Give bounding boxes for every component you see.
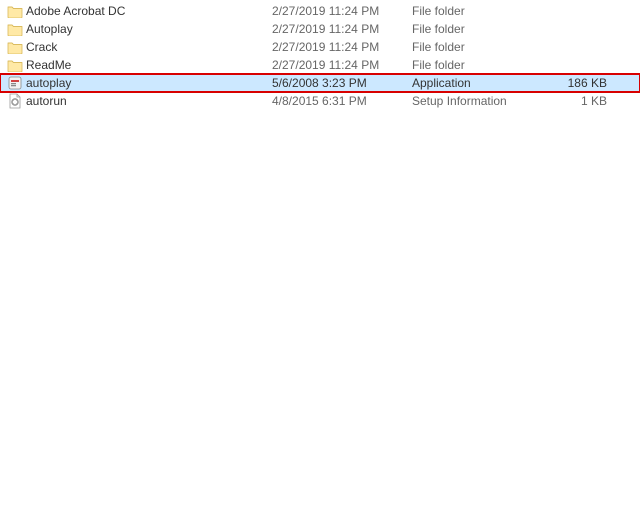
file-name: Autoplay — [24, 22, 272, 36]
file-type: Setup Information — [412, 94, 547, 108]
file-name: autorun — [24, 94, 272, 108]
file-list: Adobe Acrobat DC2/27/2019 11:24 PMFile f… — [0, 0, 640, 110]
file-size: 1 KB — [547, 94, 607, 108]
file-type: File folder — [412, 58, 547, 72]
file-date: 2/27/2019 11:24 PM — [272, 4, 412, 18]
app-icon — [6, 75, 24, 91]
file-type: Application — [412, 76, 547, 90]
file-date: 4/8/2015 6:31 PM — [272, 94, 412, 108]
inf-icon — [6, 93, 24, 109]
file-row[interactable]: Crack2/27/2019 11:24 PMFile folder — [0, 38, 640, 56]
file-name: Adobe Acrobat DC — [24, 4, 272, 18]
file-type: File folder — [412, 40, 547, 54]
file-row[interactable]: Adobe Acrobat DC2/27/2019 11:24 PMFile f… — [0, 2, 640, 20]
folder-icon — [6, 4, 24, 18]
folder-icon — [6, 22, 24, 36]
file-size: 186 KB — [547, 76, 607, 90]
folder-icon — [6, 58, 24, 72]
file-type: File folder — [412, 4, 547, 18]
file-row[interactable]: autorun4/8/2015 6:31 PMSetup Information… — [0, 92, 640, 110]
file-row[interactable]: Autoplay2/27/2019 11:24 PMFile folder — [0, 20, 640, 38]
file-date: 2/27/2019 11:24 PM — [272, 58, 412, 72]
file-row[interactable]: ReadMe2/27/2019 11:24 PMFile folder — [0, 56, 640, 74]
file-date: 2/27/2019 11:24 PM — [272, 22, 412, 36]
file-name: Crack — [24, 40, 272, 54]
file-date: 2/27/2019 11:24 PM — [272, 40, 412, 54]
file-date: 5/6/2008 3:23 PM — [272, 76, 412, 90]
folder-icon — [6, 40, 24, 54]
file-name: autoplay — [24, 76, 272, 90]
file-row[interactable]: autoplay5/6/2008 3:23 PMApplication186 K… — [0, 74, 640, 92]
file-name: ReadMe — [24, 58, 272, 72]
file-type: File folder — [412, 22, 547, 36]
